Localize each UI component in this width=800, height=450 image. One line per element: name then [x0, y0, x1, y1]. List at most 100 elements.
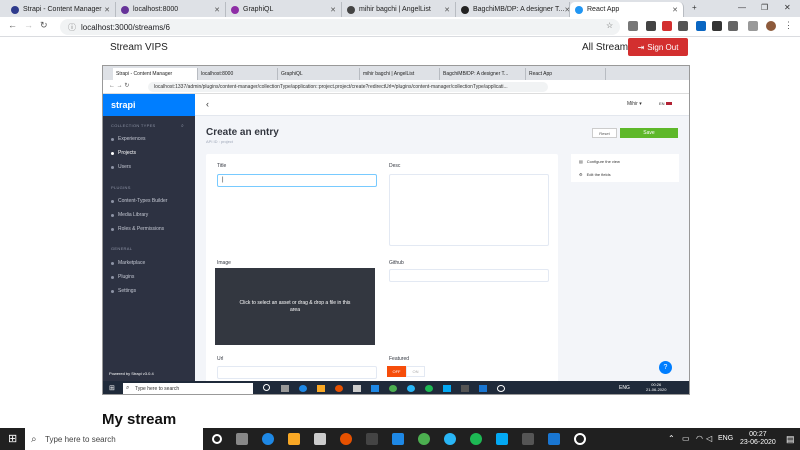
- notification-icon[interactable]: ▤: [786, 434, 795, 445]
- browser-tab-strapi[interactable]: Strapi - Content Manager ✕: [6, 2, 116, 17]
- extension-icon[interactable]: [628, 21, 638, 31]
- inner-tab-github: BagchiMB/DP: A designer T...: [440, 68, 526, 80]
- taskbar-search[interactable]: ⌕ Type here to search: [25, 428, 203, 450]
- tab-title: React App: [529, 71, 553, 77]
- windows-start-icon[interactable]: ⊞: [8, 432, 17, 445]
- url-field[interactable]: ⓘ localhost:3000/streams/6: [60, 19, 620, 35]
- extension-icon[interactable]: [748, 21, 758, 31]
- inner-url-field: localhost:1337/admin/plugins/content-man…: [148, 82, 548, 92]
- file-explorer-icon: [317, 385, 325, 392]
- app-icon[interactable]: [496, 433, 508, 445]
- app-icon: [407, 385, 415, 392]
- chrome-icon[interactable]: [418, 433, 430, 445]
- firefox-icon[interactable]: [340, 433, 352, 445]
- all-streams-link[interactable]: All Streams: [582, 42, 633, 53]
- github-input: [389, 269, 549, 282]
- task-view-icon: [281, 385, 289, 392]
- maximize-icon[interactable]: ❐: [761, 3, 768, 12]
- tab-title: mihir bagchi | AngelList: [359, 6, 431, 13]
- url-label: Url: [217, 356, 224, 362]
- sign-out-icon: ⇥: [637, 42, 645, 52]
- edit-fields-label: Edit the fields: [586, 172, 611, 177]
- bookmark-star-icon[interactable]: ☆: [606, 21, 613, 30]
- taskbar-lang[interactable]: ENG: [718, 435, 733, 442]
- extension-icon[interactable]: [662, 21, 672, 31]
- app-brand[interactable]: Stream VIPS: [110, 42, 168, 53]
- sign-out-button[interactable]: ⇥ Sign Out: [628, 38, 688, 56]
- app-icon[interactable]: [444, 433, 456, 445]
- terminal-icon[interactable]: [522, 433, 534, 445]
- browser-tab-angellist[interactable]: mihir bagchi | AngelList ✕: [342, 2, 456, 17]
- users-icon: [111, 227, 114, 231]
- task-view-icon[interactable]: [236, 433, 248, 445]
- url-text: localhost:3000/streams/6: [81, 22, 170, 32]
- forward-icon[interactable]: →: [24, 20, 33, 30]
- spotify-icon[interactable]: [470, 433, 482, 445]
- profile-avatar-icon[interactable]: [766, 21, 776, 31]
- angellist-favicon-icon: [347, 5, 355, 14]
- browser-tab-github[interactable]: BagchiMB/DP: A designer T... ✕: [456, 2, 570, 17]
- info-icon: ⓘ: [68, 22, 76, 32]
- close-icon[interactable]: ✕: [104, 6, 110, 14]
- cortana-icon[interactable]: [212, 434, 222, 444]
- tray-chevron-icon[interactable]: ⌃: [668, 434, 675, 443]
- search-placeholder: Type here to search: [45, 434, 116, 444]
- new-tab-icon[interactable]: +: [692, 3, 697, 12]
- inner-tab-localhost: localhost:8000: [198, 68, 278, 80]
- windows-taskbar: ⊞ ⌕ Type here to search ⌃ ▭ ◠ ◁ ENG 00:2…: [0, 428, 800, 450]
- extension-icon[interactable]: [678, 21, 688, 31]
- desc-textarea: [389, 174, 549, 246]
- window-close-icon[interactable]: ✕: [784, 3, 791, 12]
- inner-nav-icons: ← → ↻: [109, 83, 130, 89]
- vscode-icon[interactable]: [548, 433, 560, 445]
- save-button: Save: [620, 128, 678, 138]
- extension-icon[interactable]: [696, 21, 706, 31]
- edge-icon[interactable]: [262, 433, 274, 445]
- strapi-header: ‹ Mihir ▾ EN: [195, 94, 689, 116]
- mail-icon[interactable]: [392, 433, 404, 445]
- inner-tab-strapi: Strapi - Content Manager: [113, 68, 198, 80]
- extension-icon[interactable]: [646, 21, 656, 31]
- file-explorer-icon[interactable]: [288, 433, 300, 445]
- close-icon[interactable]: ✕: [330, 6, 336, 14]
- app-icon[interactable]: [574, 433, 586, 445]
- strapi-favicon-icon: [11, 5, 19, 14]
- extension-icon[interactable]: [728, 21, 738, 31]
- store-icon[interactable]: [314, 433, 326, 445]
- close-icon[interactable]: ✕: [672, 6, 678, 14]
- tab-title: localhost:8000: [133, 6, 179, 13]
- taskbar-date: 23-06-2020: [740, 439, 776, 446]
- browser-tab-graphiql[interactable]: GraphiQL ✕: [226, 2, 342, 17]
- help-icon: ?: [663, 364, 668, 371]
- sidebar-item-label: Projects: [118, 150, 137, 156]
- inner-taskbar-lang: ENG: [619, 385, 630, 391]
- tab-title: Strapi - Content Manager: [116, 71, 173, 77]
- browser-tab-react-app[interactable]: React App ✕: [570, 2, 684, 17]
- menu-kebab-icon[interactable]: ⋮: [784, 20, 793, 31]
- terminal-icon: [461, 385, 469, 392]
- tab-title: GraphiQL: [281, 71, 303, 77]
- toggle-on: ON: [406, 366, 425, 377]
- title-label: Title: [217, 163, 227, 169]
- wifi-icon[interactable]: ◠: [696, 434, 703, 443]
- close-icon[interactable]: ✕: [444, 6, 450, 14]
- reload-icon[interactable]: ↻: [40, 20, 48, 31]
- inner-tab-graphiql: GraphiQL: [278, 68, 360, 80]
- browser-tab-localhost-8000[interactable]: localhost:8000 ✕: [116, 2, 226, 17]
- page-title: Create an entry: [206, 127, 279, 138]
- battery-icon[interactable]: ▭: [682, 434, 690, 443]
- close-icon[interactable]: ✕: [214, 6, 220, 14]
- sidebar-item-label: Users: [118, 164, 132, 170]
- volume-icon[interactable]: ◁: [706, 434, 712, 443]
- extension-icon[interactable]: [712, 21, 722, 31]
- us-flag-icon: [665, 101, 672, 105]
- app-icon[interactable]: [366, 433, 378, 445]
- entry-form: Title | Desc Image Click to select an as…: [206, 154, 558, 384]
- back-icon[interactable]: ←: [8, 20, 17, 30]
- taskbar-clock[interactable]: 00:27 23-06-2020: [740, 431, 776, 447]
- sidebar-item-settings: Settings: [111, 288, 136, 294]
- puzzle-icon: [111, 275, 114, 279]
- app-icon: [497, 385, 505, 392]
- minimize-icon[interactable]: —: [738, 3, 746, 12]
- tab-title: localhost:8000: [201, 71, 234, 77]
